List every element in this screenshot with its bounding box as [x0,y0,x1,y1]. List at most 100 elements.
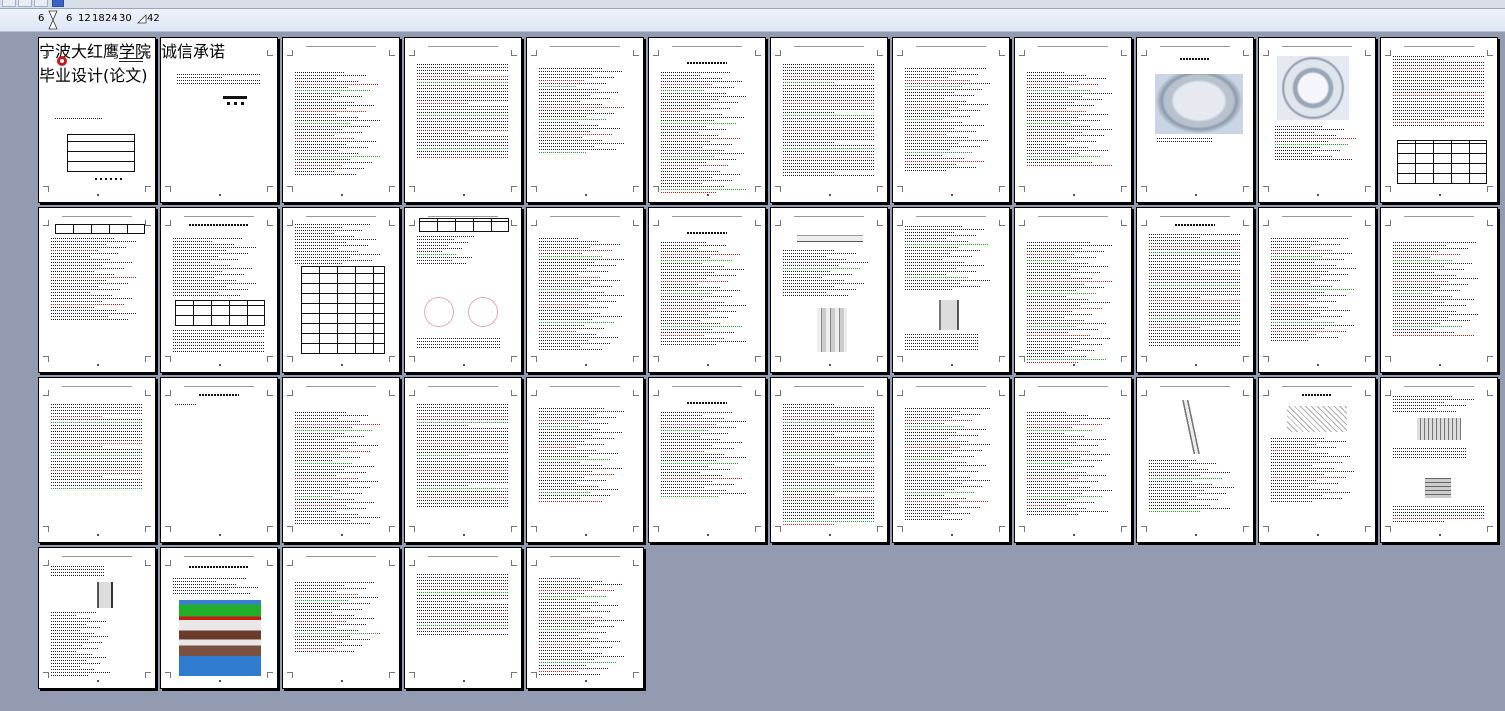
toolbar-button[interactable] [2,0,16,7]
margin-mark [1263,526,1269,532]
data-table [419,218,509,232]
page-thumbnail[interactable] [160,377,278,543]
toolbar-button-active[interactable] [52,0,64,7]
margin-mark [1365,526,1371,532]
page-thumbnail[interactable] [1136,377,1254,543]
text-block [173,578,265,596]
zoom-step[interactable]: 24 [105,13,118,25]
margin-mark [43,186,49,192]
page-thumbnail[interactable] [1380,207,1498,373]
section-heading [199,394,239,396]
page-header-rule [1160,386,1230,387]
page-thumbnail[interactable] [38,547,156,689]
margin-mark [409,50,415,56]
margin-mark [287,186,293,192]
page-thumbnail[interactable] [1258,377,1376,543]
margin-mark [633,50,639,56]
margin-mark [287,390,293,396]
page-thumbnail[interactable] [648,207,766,373]
page-thumbnail[interactable] [526,207,644,373]
page-header-rule [1404,216,1474,217]
page-thumbnail[interactable] [648,377,766,543]
margin-mark [409,526,415,532]
margin-mark [877,50,883,56]
page-thumbnail-grid[interactable]: 宁波大红鹰学院 毕业设计(论文) 诚信承诺 [0,31,1505,711]
text-block [51,566,105,578]
page-thumbnail[interactable] [892,37,1010,203]
margin-mark [267,356,273,362]
page-thumbnail[interactable] [404,547,522,689]
page-thumbnail[interactable] [770,37,888,203]
signature-mark [227,102,245,105]
zoom-step[interactable]: 6 [66,13,72,25]
margin-mark [775,220,781,226]
margin-mark [877,390,883,396]
page-thumbnail[interactable] [892,377,1010,543]
page-thumbnail[interactable] [38,207,156,373]
cover-date [95,178,125,180]
data-table [301,266,385,354]
zoom-step[interactable]: 18 [92,13,105,25]
page-thumbnail[interactable] [282,37,400,203]
page-header-rule [428,386,498,387]
page-thumbnail[interactable] [1136,207,1254,373]
page-header-rule [184,556,254,557]
margin-mark [999,356,1005,362]
page-thumbnail[interactable] [282,377,400,543]
page-thumbnail[interactable] [1014,377,1132,543]
text-block [905,68,997,173]
text-block [417,404,509,509]
margin-mark [389,186,395,192]
page-thumbnail[interactable] [1258,207,1376,373]
page-thumbnail[interactable] [1014,207,1132,373]
zoom-step[interactable]: 30 [119,13,132,25]
page-thumbnail[interactable] [1136,37,1254,203]
page-thumbnail[interactable] [892,207,1010,373]
toolbar-button[interactable] [18,0,32,7]
page-thumbnail[interactable]: 宁波大红鹰学院 毕业设计(论文) [38,37,156,203]
margin-mark [389,356,395,362]
zoom-slider-bar[interactable]: 6 6 12 18 24 30 42 [0,9,1505,32]
page-thumbnail[interactable] [648,37,766,203]
page-thumbnail[interactable] [770,377,888,543]
text-block [173,330,265,354]
margin-mark [775,390,781,396]
page-thumbnail[interactable] [160,207,278,373]
page-thumbnail[interactable] [38,377,156,543]
page-thumbnail[interactable] [160,547,278,689]
page-thumbnail[interactable] [526,547,644,689]
text-block [1393,396,1485,414]
page-thumbnail[interactable] [404,37,522,203]
toolbar-button[interactable] [34,0,48,7]
page-thumbnail[interactable] [404,207,522,373]
page-thumbnail[interactable] [526,37,644,203]
margin-mark [999,390,1005,396]
drawing-figure [91,582,125,608]
page-number-mark [219,534,221,536]
margin-mark [531,220,537,226]
margin-mark [165,390,171,396]
text-block [1275,126,1363,162]
page-thumbnail[interactable]: 诚信承诺 [160,37,278,203]
page-thumbnail[interactable] [282,547,400,689]
page-thumbnail[interactable] [1258,37,1376,203]
zoom-end-marker-icon [137,14,147,24]
page-thumbnail[interactable] [1380,377,1498,543]
page-number-mark [585,194,587,196]
page-thumbnail[interactable] [526,377,644,543]
text-block [1157,138,1213,144]
text-block [539,578,631,677]
page-thumbnail[interactable] [1380,37,1498,203]
margin-mark [1385,390,1391,396]
page-header-rule [672,46,742,47]
page-thumbnail[interactable] [770,207,888,373]
page-thumbnail[interactable] [404,377,522,543]
page-thumbnail[interactable] [1014,37,1132,203]
zoom-step[interactable]: 12 [78,13,91,25]
page-number-mark [463,680,465,682]
page-number-mark [1195,194,1197,196]
page-thumbnail[interactable] [282,207,400,373]
zoom-slider-thumb-icon[interactable] [48,10,58,30]
cover-info-table [67,134,135,172]
margin-mark [165,672,171,678]
